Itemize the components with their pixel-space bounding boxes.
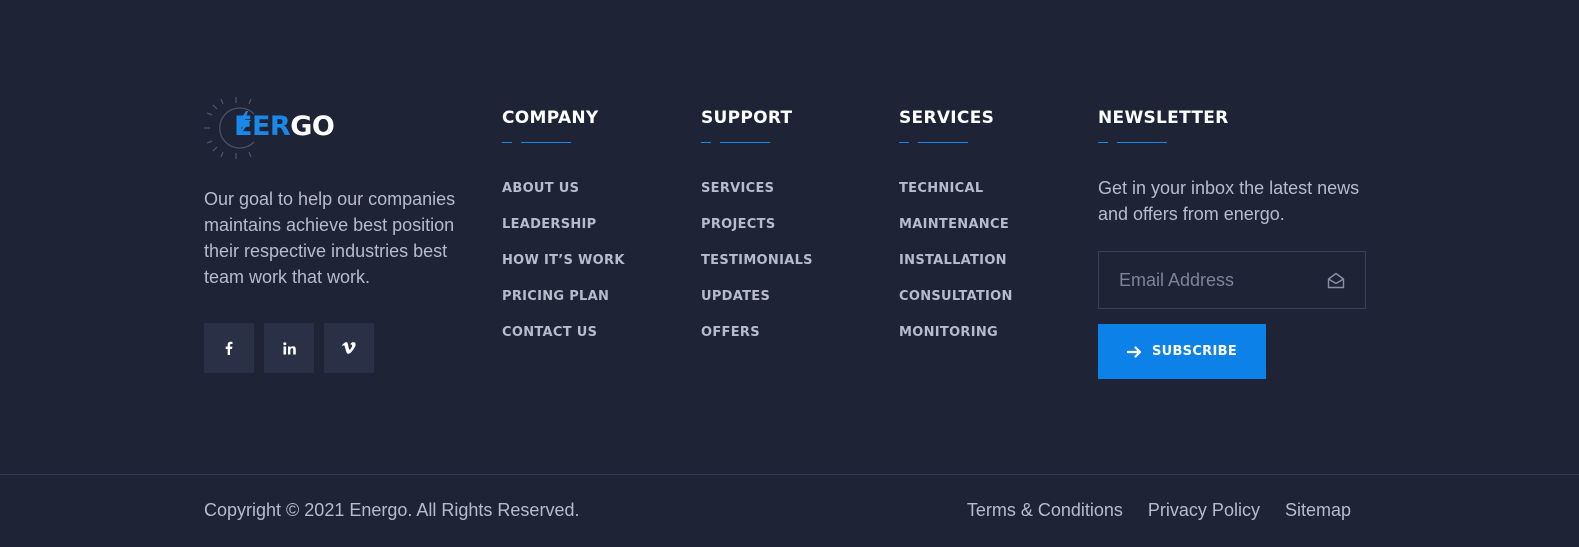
email-input[interactable] [1119,269,1309,291]
link-maintenance[interactable]: MAINTENANCE [899,218,1013,254]
title-underline [899,142,969,144]
legal-links: Terms & Conditions Privacy Policy Sitema… [967,499,1351,521]
support-title: SUPPORT [701,108,793,128]
link-updates[interactable]: UPDATES [701,290,813,326]
linkedin-button[interactable] [264,323,314,373]
title-underline [1098,142,1168,144]
social-links [204,323,374,373]
linkedin-icon [282,341,296,354]
link-contact-us[interactable]: CONTACT US [502,326,625,362]
link-how-its-work[interactable]: HOW IT’S WORK [502,254,625,290]
company-column: COMPANY ABOUT US LEADERSHIP HOW IT’S WOR… [502,107,625,362]
services-links: TECHNICAL MAINTENANCE INSTALLATION CONSU… [899,182,1013,362]
link-offers[interactable]: OFFERS [701,326,813,362]
vimeo-icon [342,342,356,354]
link-monitoring[interactable]: MONITORING [899,326,1013,362]
newsletter-title: NEWSLETTER [1098,108,1229,128]
newsletter-text: Get in your inbox the latest news and of… [1098,178,1360,224]
about-text: Our goal to help our companies maintains… [204,189,456,287]
link-about-us[interactable]: ABOUT US [502,182,625,218]
link-consultation[interactable]: CONSULTATION [899,290,1013,326]
link-pricing-plan[interactable]: PRICING PLAN [502,290,625,326]
arrow-right-icon [1126,345,1142,358]
title-underline [502,142,572,144]
logo-letters-go: GO [290,111,335,142]
company-title: COMPANY [502,108,599,128]
support-links: SERVICES PROJECTS TESTIMONIALS UPDATES O… [701,182,813,362]
services-title: SERVICES [899,108,995,128]
logo-wordmark: EERGO [234,111,335,143]
link-services[interactable]: SERVICES [701,182,813,218]
newsletter-column: NEWSLETTER Get in your inbox the latest … [1098,107,1378,397]
link-leadership[interactable]: LEADERSHIP [502,218,625,254]
services-column: SERVICES TECHNICAL MAINTENANCE INSTALLAT… [899,107,1013,362]
facebook-icon [225,341,233,355]
link-terms-conditions[interactable]: Terms & Conditions [967,499,1123,521]
company-links: ABOUT US LEADERSHIP HOW IT’S WORK PRICIN… [502,182,625,362]
copyright-text: Copyright © 2021 Energo. All Rights Rese… [204,500,580,520]
logo-letters-er: ER [251,111,291,142]
link-technical[interactable]: TECHNICAL [899,182,1013,218]
link-privacy-policy[interactable]: Privacy Policy [1148,499,1260,521]
facebook-button[interactable] [204,323,254,373]
link-testimonials[interactable]: TESTIMONIALS [701,254,813,290]
subscribe-button[interactable]: SUBSCRIBE [1098,324,1266,379]
brand-logo[interactable]: EERGO [204,96,374,160]
link-sitemap[interactable]: Sitemap [1285,499,1351,521]
link-installation[interactable]: INSTALLATION [899,254,1013,290]
envelope-open-icon [1327,272,1345,288]
title-underline [701,142,771,144]
link-projects[interactable]: PROJECTS [701,218,813,254]
footer: EERGO Our goal to help our companies mai… [0,0,1579,475]
footer-divider [0,474,1579,475]
vimeo-button[interactable] [324,323,374,373]
email-field-wrapper [1098,251,1366,309]
subscribe-label: SUBSCRIBE [1151,344,1238,359]
lightning-bolt-icon [237,111,251,135]
support-column: SUPPORT SERVICES PROJECTS TESTIMONIALS U… [701,107,813,362]
